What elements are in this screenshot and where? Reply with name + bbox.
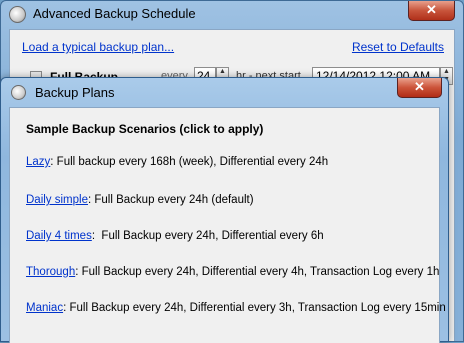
close-button[interactable]: ✕ [408,1,455,21]
scenario-link-daily-4-times[interactable]: Daily 4 times [26,230,92,242]
scenario-description: : Full Backup every 24h, Differential ev… [63,302,446,314]
title-bar[interactable]: Advanced Backup Schedule ✕ [1,1,463,29]
scenario-description: : Full Backup every 24h, Differential ev… [91,230,324,242]
load-typical-plan-link[interactable]: Load a typical backup plan... [22,40,174,54]
clock-icon [11,85,26,100]
window-title: Backup Plans [35,85,115,100]
backup-plans-window: Backup Plans ✕ Sample Backup Scenarios (… [0,77,449,343]
close-button[interactable]: ✕ [397,78,442,98]
scenario-lazy: Lazy: Full backup every 168h (week), Dif… [26,156,328,168]
window-title: Advanced Backup Schedule [33,6,196,21]
scenario-description: : Full Backup every 24h (default) [88,194,254,206]
scenario-link-thorough[interactable]: Thorough [26,266,75,278]
scenario-daily-simple: Daily simple: Full Backup every 24h (def… [26,194,254,206]
scenario-link-daily-simple[interactable]: Daily simple [26,194,88,206]
scenario-description: : Full Backup every 24h, Differential ev… [75,266,440,278]
scenario-link-maniac[interactable]: Maniac [26,302,63,314]
scenario-thorough: Thorough: Full Backup every 24h, Differe… [26,266,439,278]
reset-to-defaults-link[interactable]: Reset to Defaults [352,40,444,54]
scenario-maniac: Maniac: Full Backup every 24h, Different… [26,302,446,314]
scenario-description: : Full backup every 168h (week), Differe… [50,156,329,168]
title-bar[interactable]: Backup Plans ✕ [1,78,448,106]
clock-icon [9,6,26,23]
scenarios-panel: Sample Backup Scenarios (click to apply)… [9,107,446,343]
scenarios-heading: Sample Backup Scenarios (click to apply) [26,122,264,136]
scenario-link-lazy[interactable]: Lazy [26,156,50,168]
scenario-daily-4-times: Daily 4 times: Full Backup every 24h, Di… [26,230,324,242]
